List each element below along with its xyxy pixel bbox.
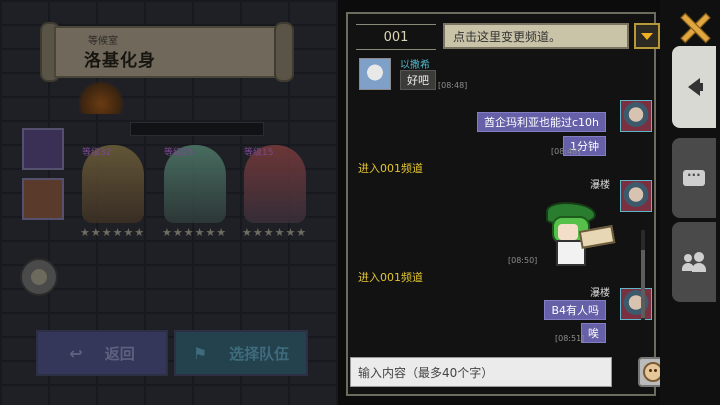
chat-panel: 001 点击这里变更频道。 以撒希 好吧 [08:48] 酋企玛利亚也能过c10… <box>338 0 668 405</box>
message-time: [08:51] <box>555 334 585 343</box>
select-team-button[interactable]: ⚑ 选择队伍 <box>174 330 308 376</box>
speaker-icon <box>688 78 703 96</box>
emote-button[interactable] <box>20 258 58 296</box>
select-team-label: 选择队伍 <box>229 344 290 363</box>
channel-tab[interactable]: 001 <box>356 24 436 50</box>
hero-stars-3: ★★★★★★ <box>242 226 308 239</box>
message-sender: 以撒希 <box>400 60 430 71</box>
message-time: [08:48] <box>438 81 468 90</box>
torch-fire <box>78 80 124 114</box>
message-sender: 瀑楼 <box>590 180 610 191</box>
flag-icon: ⚑ <box>192 343 208 363</box>
tab-announcement[interactable] <box>672 46 716 128</box>
team-bar <box>130 122 264 136</box>
system-message: 进入001频道 <box>358 162 423 175</box>
message-time: [08:50] <box>508 256 538 265</box>
message-sender: 瀑楼 <box>590 288 610 299</box>
back-button[interactable]: ↩ 返回 <box>36 330 168 376</box>
hero-stars-2: ★★★★★★ <box>162 226 228 239</box>
hero-level-2: 等级25 <box>164 148 194 158</box>
chat-scrollbar-thumb[interactable] <box>641 250 645 318</box>
back-arrow-icon: ↩ <box>69 343 83 363</box>
party-avatar-1 <box>22 128 64 170</box>
game-screen: 等候室 洛基化身 等级32 等级25 等级15 ★★★★★★ ★★★★★★ ★★… <box>0 0 720 405</box>
tab-friends[interactable] <box>672 222 716 302</box>
chat-bubble-icon <box>683 168 705 186</box>
stage-banner <box>36 18 298 82</box>
sticker-image <box>542 202 616 266</box>
waiting-room-background: 等候室 洛基化身 等级32 等级25 等级15 ★★★★★★ ★★★★★★ ★★… <box>0 0 338 405</box>
channel-select[interactable]: 点击这里变更频道。 <box>443 23 629 49</box>
hero-stars-1: ★★★★★★ <box>80 226 146 239</box>
tab-chat[interactable] <box>672 138 716 218</box>
chevron-down-icon <box>641 32 653 40</box>
avatar-me[interactable] <box>620 100 652 132</box>
avatar-me[interactable] <box>620 288 652 320</box>
chat-bubble: 好吧 <box>400 70 436 90</box>
party-avatar-2 <box>22 178 64 220</box>
friends-icon <box>682 252 706 272</box>
avatar-me[interactable] <box>620 180 652 212</box>
channel-dropdown-button[interactable] <box>634 23 660 49</box>
scroll-roll-right <box>274 22 294 82</box>
back-button-label: 返回 <box>104 344 135 363</box>
close-icon[interactable] <box>679 12 709 42</box>
message-list[interactable]: 以撒希 好吧 [08:48] 酋企玛利亚也能过c10h 1分钟 [08:48] … <box>350 56 652 350</box>
hero-level-1: 等级32 <box>82 148 112 158</box>
hero-level-3: 等级15 <box>244 148 274 158</box>
chat-bubble: 唉 <box>581 323 606 343</box>
banner-title: 洛基化身 <box>84 51 156 71</box>
chat-input[interactable]: 输入内容（最多40个字） <box>350 357 612 387</box>
chat-bubble: B4有人吗 <box>544 300 606 320</box>
banner-subtitle: 等候室 <box>88 36 118 47</box>
message-time: [08:48] <box>551 147 581 156</box>
system-message: 进入001频道 <box>358 271 423 284</box>
chat-bubble: 酋企玛利亚也能过c10h <box>476 112 606 132</box>
avatar-other[interactable] <box>359 58 391 90</box>
